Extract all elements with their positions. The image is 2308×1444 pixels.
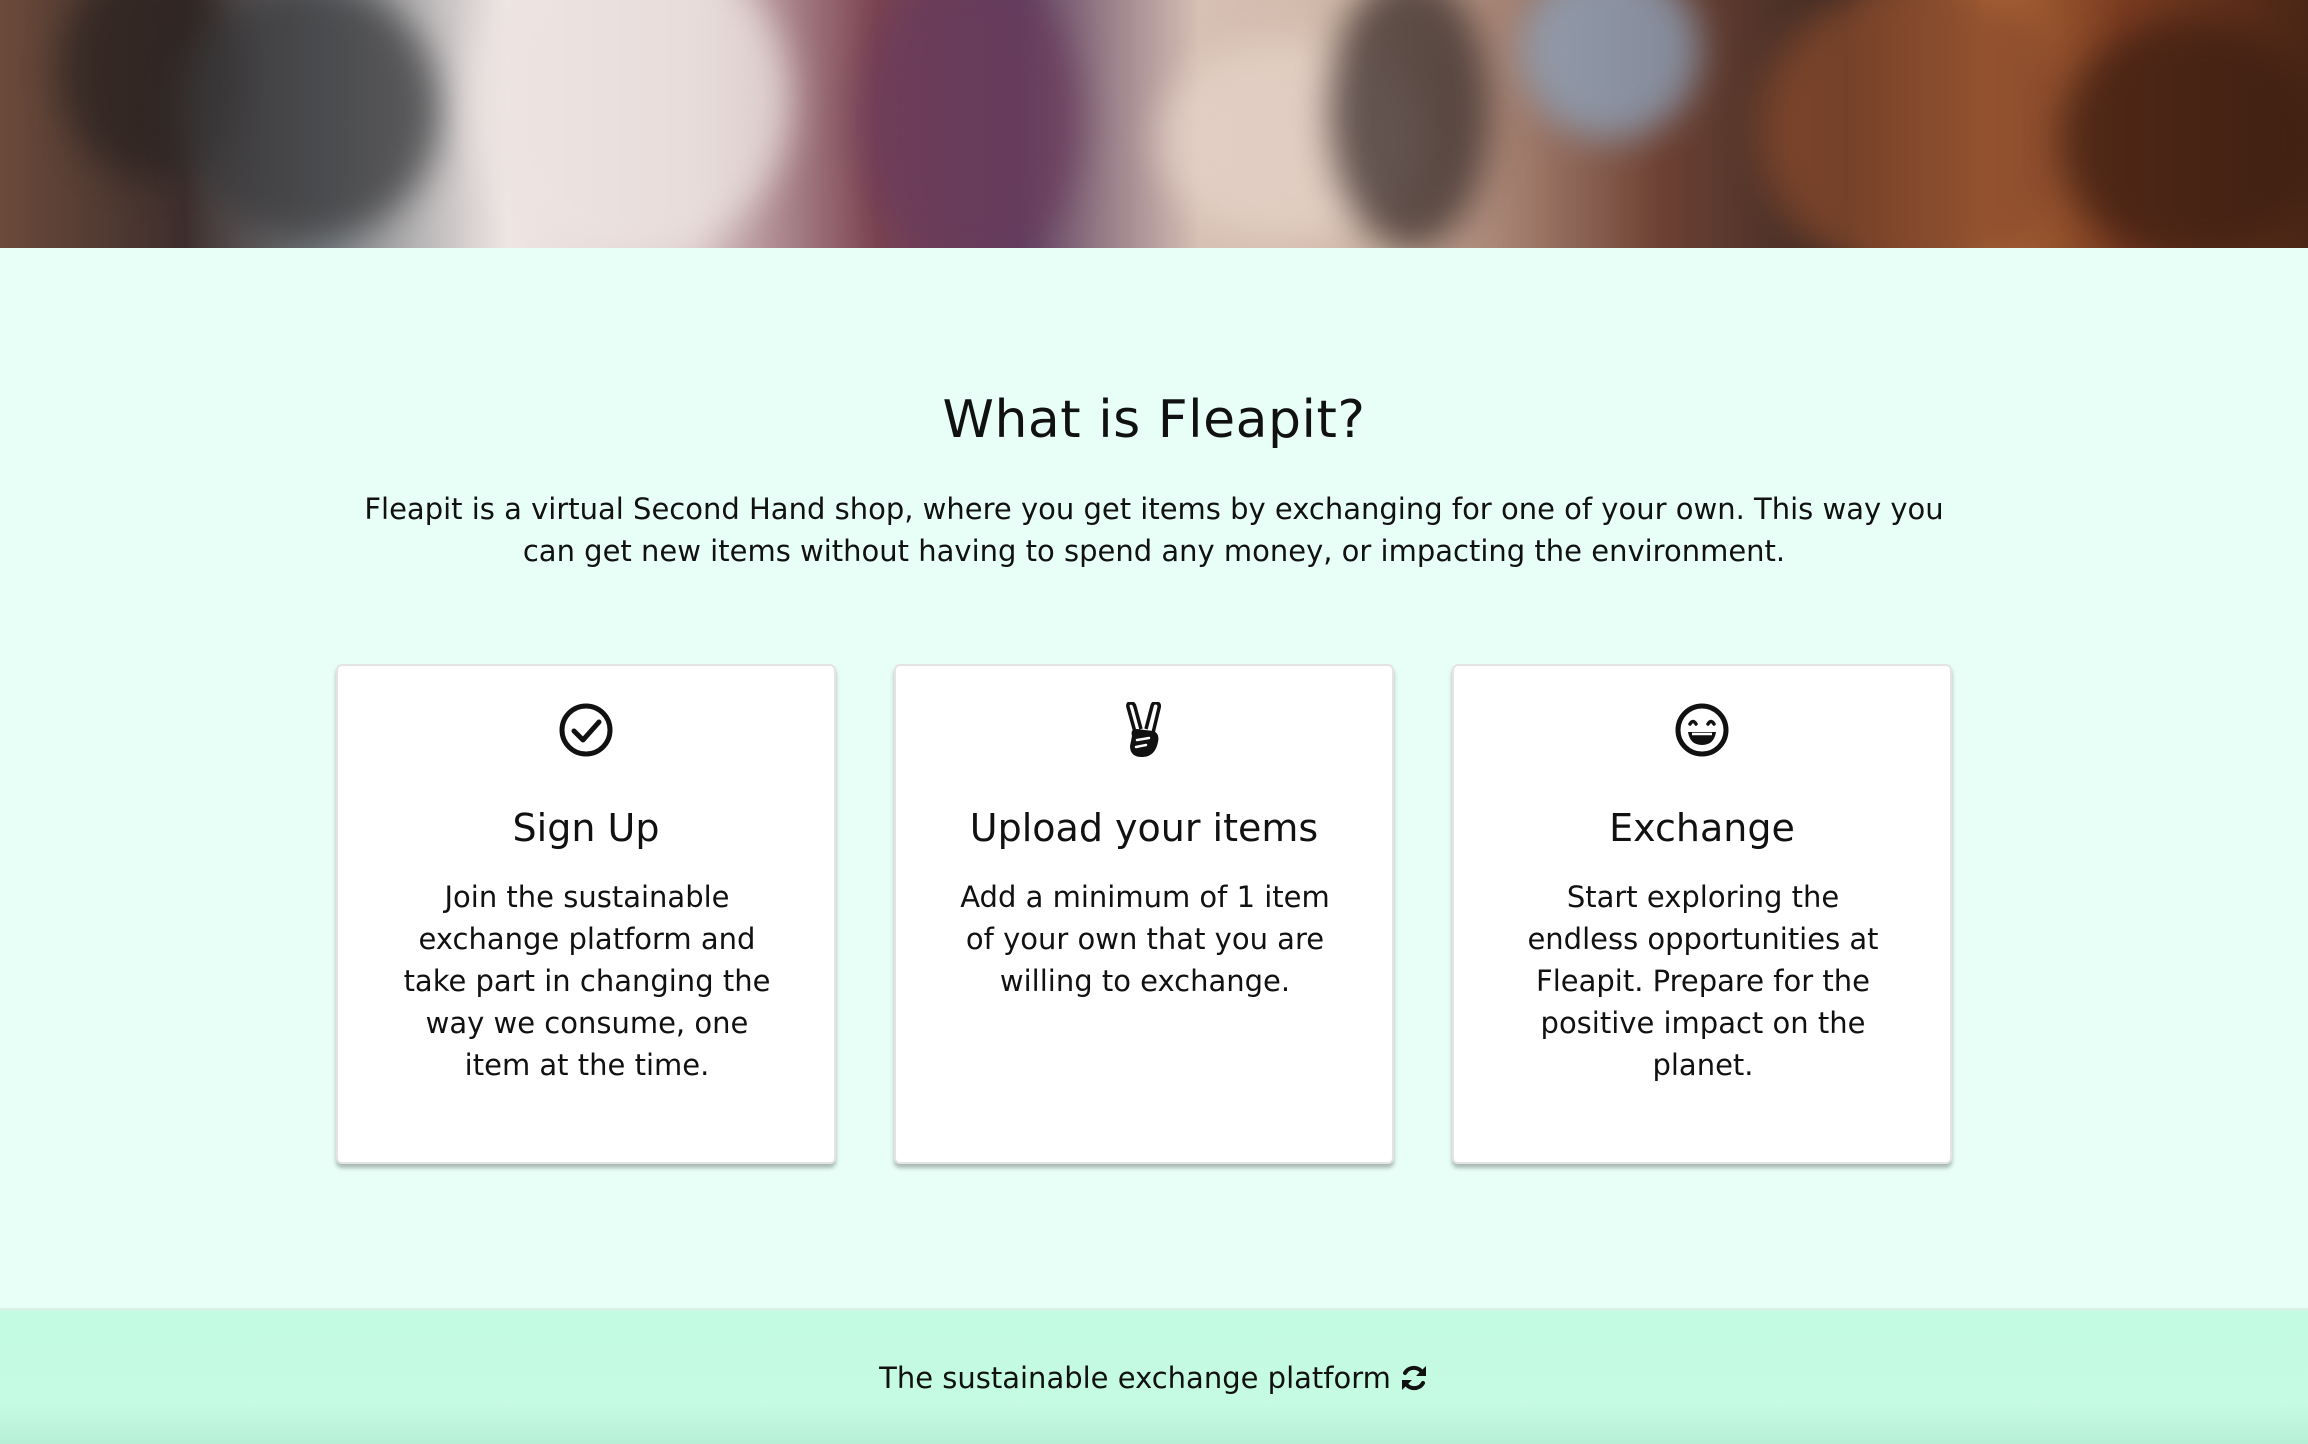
refresh-icon — [1399, 1363, 1429, 1393]
card-title: Upload your items — [969, 806, 1319, 850]
peace-hand-icon — [896, 702, 1392, 764]
card-sign-up: Sign Up Join the sustainable exchange pl… — [336, 664, 836, 1164]
hero-banner-image — [0, 0, 2308, 248]
footer: The sustainable exchange platform — [0, 1308, 2308, 1444]
card-text: Start exploring the endless opportunitie… — [1527, 880, 1879, 1082]
section-title: What is Fleapit? — [942, 390, 1366, 450]
card-text: Add a minimum of 1 item of your own that… — [960, 880, 1330, 998]
footer-tagline: The sustainable exchange platform — [879, 1360, 1391, 1395]
laughing-face-icon — [1454, 702, 1950, 764]
card-text: Join the sustainable exchange platform a… — [403, 880, 771, 1082]
card-title: Sign Up — [512, 806, 660, 850]
card-title: Exchange — [1609, 806, 1795, 850]
card-upload-items: Upload your items Add a minimum of 1 ite… — [894, 664, 1394, 1164]
check-circle-icon — [338, 702, 834, 764]
intro-paragraph: Fleapit is a virtual Second Hand shop, w… — [364, 492, 1944, 568]
card-exchange: Exchange Start exploring the endless opp… — [1452, 664, 1952, 1164]
about-section: What is Fleapit? Fleapit is a virtual Se… — [0, 248, 2308, 1308]
